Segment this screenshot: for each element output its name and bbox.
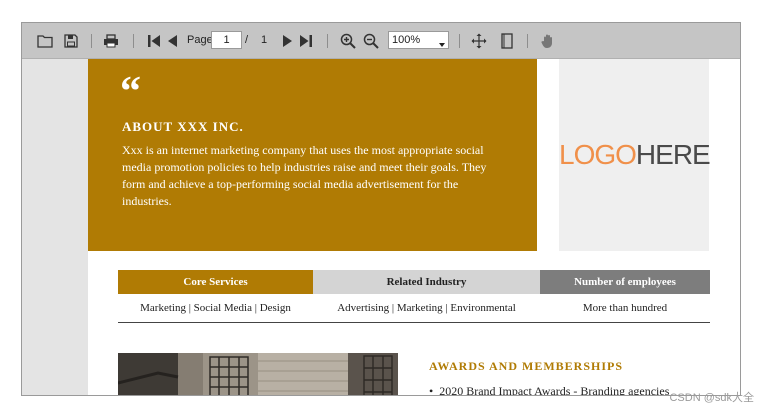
- toolbar-separator: [91, 34, 92, 48]
- zoom-select[interactable]: 100%: [388, 31, 449, 49]
- zoom-out-icon[interactable]: [362, 31, 380, 51]
- save-icon[interactable]: [62, 31, 80, 51]
- print-icon[interactable]: [102, 31, 120, 51]
- stats-value-core-services: Marketing | Social Media | Design: [140, 302, 291, 314]
- previous-page-icon[interactable]: [164, 31, 180, 51]
- page-number-input[interactable]: 1: [211, 31, 242, 49]
- hand-icon[interactable]: [539, 31, 557, 51]
- report-viewer: Page 1 / 1 100% “ ABOUT XXX INC. Xxx is …: [21, 22, 741, 396]
- about-section: “ ABOUT XXX INC. Xxx is an internet mark…: [88, 59, 537, 251]
- watermark: CSDN @sdk大全: [669, 392, 754, 404]
- page-separator: /: [245, 34, 249, 46]
- next-page-icon[interactable]: [280, 31, 296, 51]
- chevron-down-icon: [439, 38, 445, 50]
- quote-mark: “: [120, 69, 141, 115]
- about-title: ABOUT XXX INC.: [122, 119, 244, 134]
- toolbar-separator: [133, 34, 134, 48]
- first-page-icon[interactable]: [146, 31, 162, 51]
- move-icon[interactable]: [470, 31, 488, 51]
- logo: LOGOHERE: [559, 139, 711, 170]
- stats-header-employees: Number of employees: [540, 270, 710, 294]
- last-page-icon[interactable]: [298, 31, 314, 51]
- logo-placeholder: LOGOHERE: [559, 59, 711, 251]
- stats-header-core-services: Core Services: [118, 270, 313, 294]
- awards-title: AWARDS AND MEMBERSHIPS: [429, 359, 624, 373]
- stats-divider: [118, 322, 710, 323]
- open-icon[interactable]: [36, 31, 54, 51]
- report-page: “ ABOUT XXX INC. Xxx is an internet mark…: [88, 59, 740, 396]
- stats-value-related-industry: Advertising | Marketing | Environmental: [337, 302, 516, 314]
- zoom-in-icon[interactable]: [339, 31, 357, 51]
- list-item: • 2020 Brand Impact Awards - Branding age…: [429, 384, 670, 396]
- page-layout-icon[interactable]: [498, 31, 516, 51]
- toolbar-separator: [327, 34, 328, 48]
- stats-value-employees: More than hundred: [582, 302, 668, 314]
- viewer-toolbar: Page 1 / 1 100%: [22, 23, 740, 59]
- toolbar-separator: [527, 34, 528, 48]
- about-body: Xxx is an internet marketing company tha…: [122, 143, 487, 208]
- page-label: Page: [187, 34, 213, 46]
- toolbar-separator: [459, 34, 460, 48]
- building-photo: [118, 353, 398, 395]
- stats-header-related-industry: Related Industry: [313, 270, 540, 294]
- bullet: •: [429, 384, 434, 396]
- page-total: 1: [261, 34, 268, 46]
